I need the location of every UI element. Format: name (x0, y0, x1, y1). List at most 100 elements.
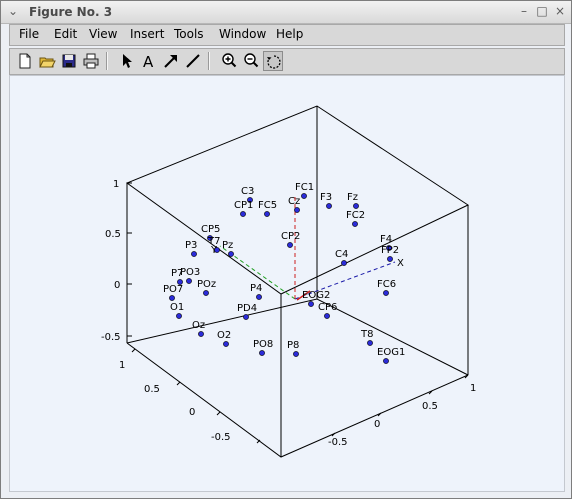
electrode-marker (353, 203, 359, 209)
menu-edit[interactable]: Edit (54, 27, 77, 41)
z-tick-label: 0 (114, 280, 120, 291)
electrode-marker (203, 290, 209, 296)
electrode-point[interactable]: PO8 (253, 339, 273, 356)
menu-window[interactable]: Window (219, 27, 266, 41)
toolbar-separator (106, 52, 108, 70)
minimize-icon[interactable]: – (517, 4, 531, 18)
electrode-label: P4 (250, 283, 262, 294)
z-tick-label: 0.5 (105, 229, 121, 240)
electrode-marker (191, 251, 197, 257)
save-icon[interactable] (60, 52, 78, 70)
svg-text:A: A (143, 53, 154, 70)
electrode-marker (352, 221, 358, 227)
electrode-marker (293, 351, 299, 357)
menu-view[interactable]: View (89, 27, 117, 41)
electrode-marker (367, 340, 373, 346)
electrode-point[interactable]: Pz (222, 240, 234, 257)
electrode-marker (341, 260, 347, 266)
electrode-point[interactable]: T8 (360, 329, 373, 346)
electrode-label: O2 (217, 330, 231, 341)
electrode-label: PO8 (253, 339, 273, 350)
electrode-marker (223, 341, 229, 347)
3d-electrode-axes[interactable]: X Y 1 0.5 0 -0.5 1 0.5 0 -0.5 1 0.5 0 -0… (10, 76, 564, 491)
electrode-marker (243, 314, 249, 320)
electrode-point[interactable]: FC2 (346, 210, 365, 227)
electrode-point[interactable]: O2 (217, 330, 231, 347)
electrode-point[interactable]: CP1 (234, 200, 253, 217)
zoom-out-icon[interactable] (242, 52, 260, 70)
electrode-point[interactable]: Fz (347, 192, 359, 209)
electrode-label: Oz (192, 320, 205, 331)
electrode-label: CP2 (281, 231, 300, 242)
electrode-label: CP1 (234, 200, 253, 211)
electrode-label: Fz (347, 192, 358, 203)
electrode-point[interactable]: CP6 (318, 302, 337, 319)
electrode-label: T8 (360, 329, 373, 340)
insert-text-icon[interactable]: A (140, 52, 158, 71)
electrode-marker (287, 242, 293, 248)
electrode-marker (214, 247, 220, 253)
electrode-point[interactable]: Cz (288, 196, 300, 213)
insert-line-icon[interactable] (184, 52, 202, 70)
new-figure-icon[interactable] (16, 52, 34, 70)
electrode-point[interactable]: CP2 (281, 231, 300, 248)
electrode-point[interactable]: FC6 (377, 279, 396, 296)
electrode-marker (198, 331, 204, 337)
electrode-marker (176, 313, 182, 319)
insert-arrow-icon[interactable] (162, 52, 180, 70)
toolbar-separator (208, 52, 210, 70)
electrode-point[interactable]: EOG1 (377, 347, 405, 364)
electrode-label: Cz (288, 196, 300, 207)
electrode-label: F4 (380, 234, 392, 245)
electrode-point[interactable]: FC5 (258, 200, 277, 217)
electrode-marker (383, 290, 389, 296)
electrode-label: CP5 (201, 224, 220, 235)
x-axis-marker: X (397, 258, 404, 269)
electrode-point[interactable]: F3 (320, 192, 332, 209)
menu-help[interactable]: Help (276, 27, 303, 41)
electrode-label: C3 (241, 186, 254, 197)
close-icon[interactable]: × (553, 4, 567, 18)
electrode-point[interactable]: POz (197, 279, 216, 296)
electrode-label: PO7 (163, 284, 183, 295)
electrode-label: T7 (207, 236, 220, 247)
rotate-3d-icon[interactable] (263, 51, 283, 71)
y-tick-label: -0.5 (211, 432, 231, 443)
electrode-marker (264, 211, 270, 217)
electrode-point[interactable]: PO7 (163, 284, 183, 301)
toolbar: A (9, 48, 565, 75)
maximize-icon[interactable]: □ (535, 4, 549, 18)
menu-file[interactable]: File (19, 27, 39, 41)
electrode-marker (169, 295, 175, 301)
electrode-label: EOG2 (302, 290, 330, 301)
electrode-label: POz (197, 279, 216, 290)
select-arrow-icon[interactable] (118, 52, 136, 70)
electrode-label: O1 (170, 302, 184, 313)
electrode-label: P8 (287, 340, 299, 351)
electrode-point[interactable]: P7 (171, 268, 183, 285)
electrode-label: Pz (222, 240, 233, 251)
electrode-point[interactable]: Oz (192, 320, 205, 337)
electrode-point[interactable]: P8 (287, 340, 299, 357)
electrode-marker (387, 256, 393, 262)
print-icon[interactable] (82, 52, 100, 70)
menu-tools[interactable]: Tools (174, 27, 204, 41)
electrode-label: C4 (335, 249, 348, 260)
plot-area[interactable]: X Y 1 0.5 0 -0.5 1 0.5 0 -0.5 1 0.5 0 -0… (9, 75, 565, 492)
electrode-label: F3 (320, 192, 332, 203)
menu-insert[interactable]: Insert (130, 27, 164, 41)
open-file-icon[interactable] (38, 52, 56, 70)
title-bar[interactable]: ⌄ Figure No. 3 – □ × (1, 1, 571, 24)
zoom-in-icon[interactable] (220, 52, 238, 70)
electrode-point[interactable]: P4 (250, 283, 262, 300)
window-title: Figure No. 3 (29, 5, 113, 19)
electrode-marker (256, 294, 262, 300)
electrode-marker (324, 313, 330, 319)
window-menu-icon[interactable]: ⌄ (6, 4, 20, 18)
x-tick-label: 1 (470, 383, 476, 394)
electrode-point[interactable]: P3 (185, 240, 197, 257)
electrode-label: FC5 (258, 200, 277, 211)
electrode-point[interactable]: C4 (335, 249, 348, 266)
electrode-point[interactable]: O1 (170, 302, 184, 319)
z-tick-label: -0.5 (101, 332, 121, 343)
